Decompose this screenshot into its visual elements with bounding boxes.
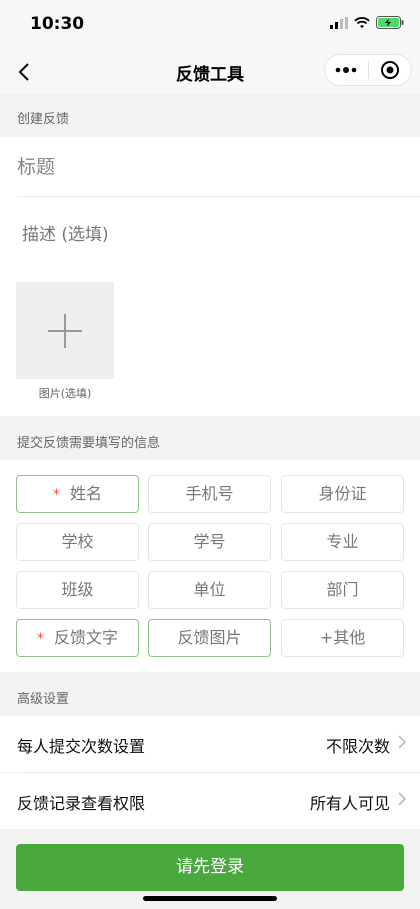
battery-charging-icon [376, 16, 404, 29]
field-label: 反馈文字 [53, 628, 118, 647]
image-upload-button[interactable] [16, 282, 114, 379]
field-school-button[interactable]: 学校 [16, 523, 139, 561]
field-feedback-text-button[interactable]: * 反馈文字 [16, 619, 139, 657]
advanced-section-header: 高级设置 [0, 680, 420, 720]
field-feedback-image-button[interactable]: 反馈图片 [148, 619, 271, 657]
more-dots-icon [335, 67, 357, 73]
field-department-button[interactable]: 部门 [281, 571, 404, 609]
field-label: 反馈图片 [177, 628, 242, 647]
view-permission-row[interactable]: 反馈记录查看权限 所有人可见 [0, 773, 420, 829]
field-label: 班级 [61, 580, 94, 599]
title-input[interactable]: 标题 [17, 152, 55, 179]
nav-bar: 反馈工具 [0, 50, 420, 94]
status-bar: 10:30 [0, 0, 420, 50]
required-mark: * [52, 486, 60, 503]
field-label: 姓名 [69, 484, 102, 503]
divider [17, 196, 420, 197]
login-button[interactable]: 请先登录 [16, 844, 404, 891]
home-indicator [143, 896, 277, 901]
row-value: 所有人可见 [309, 794, 390, 813]
row-value: 不限次数 [325, 737, 390, 756]
field-name-button[interactable]: * 姓名 [16, 475, 139, 513]
status-icons [330, 16, 404, 29]
plus-icon [48, 313, 82, 348]
field-label: 身份证 [318, 484, 367, 503]
close-miniprogram-button[interactable] [369, 55, 412, 85]
field-organization-button[interactable]: 单位 [148, 571, 271, 609]
row-label: 反馈记录查看权限 [17, 794, 146, 813]
field-label: 专业 [326, 532, 359, 551]
field-label: 学校 [61, 532, 94, 551]
description-input[interactable]: 描述 (选填) [22, 220, 109, 245]
field-phone-button[interactable]: 手机号 [148, 475, 271, 513]
wifi-icon [354, 16, 370, 28]
status-time: 10:30 [30, 14, 85, 34]
field-label: +其他 [319, 628, 366, 647]
more-button[interactable] [325, 55, 368, 85]
chevron-right-icon [398, 792, 406, 806]
target-circle-icon [380, 61, 399, 79]
create-section-header: 创建反馈 [0, 100, 420, 140]
miniprogram-capsule [324, 54, 412, 86]
field-label: 单位 [193, 580, 226, 599]
field-major-button[interactable]: 专业 [281, 523, 404, 561]
chevron-right-icon [398, 735, 406, 749]
field-label: 手机号 [185, 484, 234, 503]
image-upload-caption: 图片(选填) [38, 387, 92, 400]
field-label: 学号 [193, 532, 226, 551]
field-student-id-button[interactable]: 学号 [148, 523, 271, 561]
required-mark: * [36, 630, 44, 647]
signal-icon [330, 16, 348, 29]
fields-section-header: 提交反馈需要填写的信息 [0, 424, 420, 464]
row-label: 每人提交次数设置 [17, 737, 146, 756]
field-class-button[interactable]: 班级 [16, 571, 139, 609]
submit-limit-row[interactable]: 每人提交次数设置 不限次数 [0, 716, 420, 772]
field-label: 部门 [326, 580, 359, 599]
field-id-card-button[interactable]: 身份证 [281, 475, 404, 513]
field-other-button[interactable]: +其他 [281, 619, 404, 657]
